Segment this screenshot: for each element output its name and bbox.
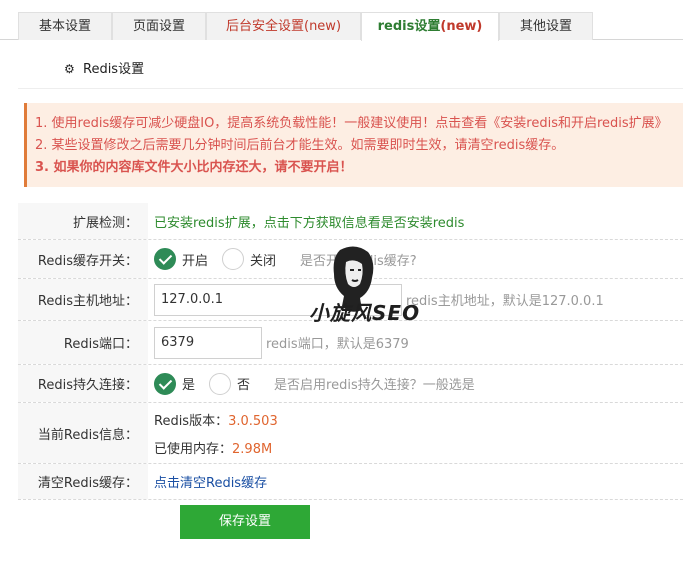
redis-memory-line: 已使用内存：2.98M [154, 438, 272, 457]
cache-on-label[interactable]: 开启 [182, 250, 208, 269]
row-redis-info: 当前Redis信息： Redis版本：3.0.503 已使用内存：2.98M [18, 403, 683, 464]
row-clear-cache: 清空Redis缓存： 点击清空Redis缓存 [18, 464, 683, 500]
persistent-label: Redis持久连接： [18, 365, 148, 402]
row-persistent: Redis持久连接： 是 否 是否启用redis持久连接？一般选是 [18, 365, 683, 403]
redis-memory-value: 2.98M [232, 441, 273, 457]
persistent-hint: 是否启用redis持久连接？一般选是 [274, 378, 475, 393]
extension-status: 已安装redis扩展，点击下方获取信息看是否安装redis [154, 215, 465, 231]
port-hint: redis端口，默认是6379 [266, 337, 409, 352]
cache-off-label[interactable]: 关闭 [250, 250, 276, 269]
row-port: Redis端口： redis端口，默认是6379 [18, 321, 683, 365]
port-input[interactable] [154, 326, 262, 359]
host-hint: redis主机地址，默认是127.0.0.1 [406, 294, 604, 309]
tab-redis-settings[interactable]: redis设置(new) [361, 12, 499, 41]
watermark-text: 小旋风SEO [309, 301, 421, 325]
tab-page-settings[interactable]: 页面设置 [112, 12, 206, 40]
gear-icon: ⚙ [64, 62, 75, 76]
tab-label: redis设置 [377, 19, 441, 34]
cache-switch-label: Redis缓存开关： [18, 240, 148, 278]
redis-version-value: 3.0.503 [228, 413, 278, 429]
new-badge: (new) [440, 19, 483, 34]
redis-memory-label: 已使用内存： [154, 441, 233, 457]
persistent-yes-radio[interactable] [154, 372, 176, 395]
row-cache-switch: Redis缓存开关： 开启 关闭 是否开启redis缓存? [18, 240, 683, 279]
tab-admin-security[interactable]: 后台安全设置(new) [206, 12, 361, 40]
redis-version-line: Redis版本：3.0.503 [154, 410, 278, 429]
notice-line-2: 2. 某些设置修改之后需要几分钟时间后前台才能生效。如需要即时生效，请清空red… [35, 138, 565, 153]
redis-info-label: 当前Redis信息： [18, 403, 148, 463]
section-title: ⚙ Redis设置 [64, 58, 144, 80]
clear-cache-label: 清空Redis缓存： [18, 464, 148, 499]
cache-switch-hint: 是否开启redis缓存? [300, 253, 417, 269]
new-badge: (new) [304, 19, 342, 34]
clear-cache-link[interactable]: 点击清空Redis缓存 [154, 472, 267, 491]
redis-settings-form: 扩展检测： 已安装redis扩展，点击下方获取信息看是否安装redis Redi… [18, 203, 683, 500]
notice-box: 1. 使用redis缓存可减少硬盘IO，提高系统负载性能！一般建议使用！点击查看… [24, 103, 683, 187]
divider [18, 88, 683, 89]
cache-on-radio[interactable] [154, 248, 176, 270]
extension-check-label: 扩展检测： [18, 203, 148, 239]
notice-line-1: 1. 使用redis缓存可减少硬盘IO，提高系统负载性能！一般建议使用！点击查看… [35, 116, 668, 131]
persistent-yes-label[interactable]: 是 [182, 374, 195, 393]
section-title-text: Redis设置 [83, 62, 145, 77]
tab-other-settings[interactable]: 其他设置 [499, 12, 593, 40]
tab-basic-settings[interactable]: 基本设置 [18, 12, 112, 40]
host-label: Redis主机地址： [18, 279, 148, 320]
cache-off-radio[interactable] [222, 248, 245, 270]
tab-label: 后台安全设置 [225, 19, 304, 34]
tab-label: 基本设置 [38, 19, 91, 34]
tab-label: 页面设置 [132, 19, 185, 34]
persistent-no-label[interactable]: 否 [237, 374, 250, 393]
redis-version-label: Redis版本： [154, 413, 229, 429]
port-label: Redis端口： [18, 321, 148, 364]
settings-tabs: 基本设置 页面设置 后台安全设置(new) redis设置(new) 其他设置 [0, 12, 683, 41]
persistent-no-radio[interactable] [209, 372, 232, 395]
tab-label: 其他设置 [519, 19, 572, 34]
row-extension-check: 扩展检测： 已安装redis扩展，点击下方获取信息看是否安装redis [18, 203, 683, 240]
notice-line-3: 3. 如果你的内容库文件大小比内存还大，请不要开启！ [35, 160, 353, 175]
save-button[interactable]: 保存设置 [180, 505, 310, 539]
